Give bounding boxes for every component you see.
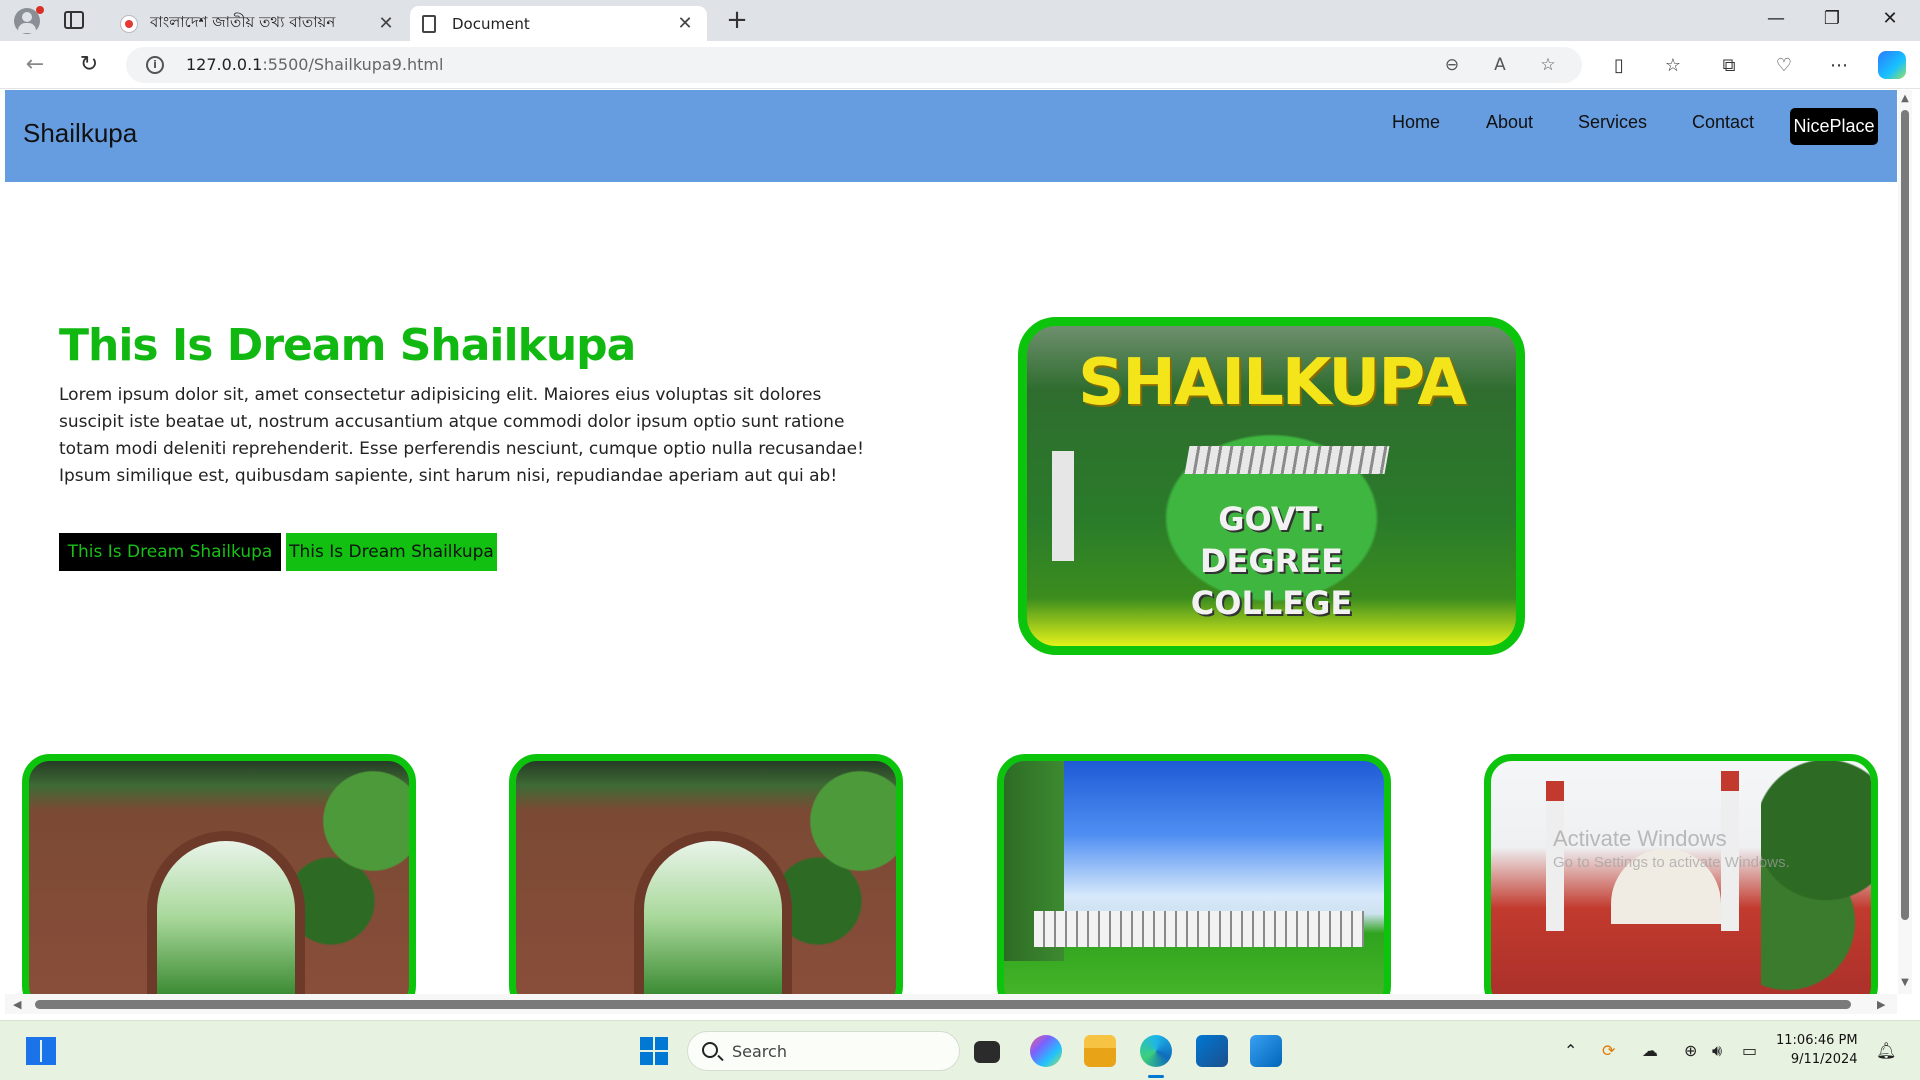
active-app-indicator bbox=[1148, 1075, 1164, 1078]
address-bar-row: ← ↻ i 127.0.0.1:5500/Shailkupa9.html ⊖ A… bbox=[0, 41, 1920, 89]
browser-tab-bangladesh[interactable]: বাংলাদেশ জাতীয় তথ্য বাতায়ন ✕ bbox=[108, 6, 408, 41]
favorites-icon[interactable]: ☆ bbox=[1660, 53, 1686, 79]
tab-title: Document bbox=[452, 14, 530, 33]
college-hero-image: SHAILKUPA GOVT. DEGREE COLLEGE bbox=[1018, 317, 1525, 655]
activate-windows-title: Activate Windows bbox=[1553, 826, 1727, 851]
onedrive-icon[interactable]: ☁ bbox=[1642, 1041, 1658, 1060]
clock-date: 9/11/2024 bbox=[1790, 1052, 1858, 1067]
vscode-icon[interactable] bbox=[1250, 1035, 1282, 1067]
minimize-icon[interactable]: — bbox=[1756, 8, 1796, 29]
arch-opening bbox=[634, 831, 792, 994]
copilot-taskbar-icon[interactable] bbox=[1030, 1035, 1062, 1067]
trees bbox=[1761, 761, 1871, 991]
new-tab-button[interactable]: + bbox=[722, 6, 752, 36]
browser-tab-bar: বাংলাদেশ জাতীয় তথ্য বাতায়ন ✕ Document … bbox=[0, 0, 1920, 41]
microsoft-store-icon[interactable] bbox=[1196, 1035, 1228, 1067]
document-icon bbox=[422, 14, 436, 33]
vertical-scrollbar[interactable]: ▲ ▼ bbox=[1898, 90, 1912, 994]
split-screen-icon[interactable]: ▯ bbox=[1606, 53, 1632, 79]
search-icon bbox=[702, 1042, 718, 1058]
scroll-right-icon[interactable]: ▶ bbox=[1877, 998, 1885, 1011]
gallery-card-arch bbox=[22, 754, 416, 994]
volume-icon[interactable]: 🔊︎ bbox=[1712, 1041, 1722, 1061]
close-window-icon[interactable]: ✕ bbox=[1870, 8, 1910, 29]
zoom-out-icon[interactable]: ⊖ bbox=[1440, 53, 1464, 77]
notification-dot bbox=[36, 6, 44, 14]
site-info-icon[interactable]: i bbox=[146, 56, 164, 74]
taskbar-search[interactable]: Search bbox=[687, 1031, 960, 1071]
scroll-left-icon[interactable]: ◀ bbox=[13, 998, 21, 1011]
more-menu-icon[interactable]: ⋯ bbox=[1826, 53, 1852, 79]
windows-taskbar: Search ⌃ ⟳ ☁ ⊕ 🔊︎ ▭ 11:06:46 PM 9/11/202… bbox=[0, 1020, 1920, 1080]
collections-icon[interactable]: ⧉ bbox=[1716, 53, 1742, 79]
favorite-star-icon[interactable]: ☆ bbox=[1536, 53, 1560, 77]
nav-link-home[interactable]: Home bbox=[1392, 112, 1440, 133]
edge-browser-icon[interactable] bbox=[1140, 1035, 1172, 1067]
tab-title: বাংলাদেশ জাতীয় তথ্য বাতায়ন bbox=[150, 13, 336, 31]
refresh-icon[interactable]: ↻ bbox=[74, 51, 104, 81]
hero-title: This Is Dream Shailkupa bbox=[59, 320, 636, 371]
site-navbar: Shailkupa Home About Services Contact Ni… bbox=[5, 90, 1897, 182]
nav-link-services[interactable]: Services bbox=[1578, 112, 1647, 133]
task-view-icon[interactable] bbox=[974, 1041, 1000, 1063]
image-subtitle-line: COLLEGE bbox=[1190, 584, 1353, 622]
gallery-card-mosque bbox=[1484, 754, 1878, 994]
vine-foliage bbox=[776, 761, 896, 961]
search-label: Search bbox=[732, 1042, 787, 1061]
battery-icon[interactable]: ▭ bbox=[1742, 1041, 1757, 1060]
hero-primary-button[interactable]: This Is Dream Shailkupa bbox=[59, 533, 281, 571]
vine-foliage bbox=[289, 761, 409, 961]
tab-actions-icon[interactable] bbox=[64, 11, 84, 29]
campus-building bbox=[1034, 911, 1364, 947]
site-brand[interactable]: Shailkupa bbox=[23, 118, 137, 149]
image-subtitle-line: GOVT. bbox=[1218, 500, 1325, 538]
gallery-card-arch bbox=[509, 754, 903, 994]
hero-paragraph: Lorem ipsum dolor sit, amet consectetur … bbox=[59, 385, 864, 486]
sync-icon[interactable]: ⟳ bbox=[1602, 1041, 1615, 1060]
start-icon[interactable] bbox=[640, 1037, 668, 1065]
hero-secondary-button[interactable]: This Is Dream Shailkupa bbox=[286, 533, 497, 571]
notification-bell-icon[interactable]: 🔔︎ bbox=[1876, 1041, 1896, 1060]
vertical-scroll-thumb[interactable] bbox=[1901, 110, 1909, 920]
widgets-icon[interactable] bbox=[26, 1037, 56, 1065]
network-globe-icon[interactable]: ⊕ bbox=[1684, 1041, 1697, 1060]
gallery-card-campus bbox=[997, 754, 1391, 994]
restore-icon[interactable]: ❐ bbox=[1812, 8, 1852, 29]
bangladesh-flag-icon bbox=[120, 14, 138, 33]
activate-windows-subtitle: Go to Settings to activate Windows. bbox=[1553, 854, 1790, 871]
arch-opening bbox=[147, 831, 305, 994]
horizontal-scroll-thumb[interactable] bbox=[35, 1000, 1851, 1009]
clock-time: 11:06:46 PM bbox=[1776, 1033, 1858, 1048]
scroll-up-icon[interactable]: ▲ bbox=[1900, 94, 1910, 104]
horizontal-scrollbar[interactable]: ◀ ▶ bbox=[5, 994, 1897, 1014]
scroll-down-icon[interactable]: ▼ bbox=[1900, 978, 1910, 988]
file-explorer-icon[interactable] bbox=[1084, 1035, 1116, 1067]
url-path: :5500/Shailkupa9.html bbox=[262, 55, 444, 74]
address-bar[interactable]: i 127.0.0.1:5500/Shailkupa9.html ⊖ A ☆ bbox=[126, 47, 1582, 83]
read-aloud-icon[interactable]: A bbox=[1488, 53, 1512, 77]
image-subtitle: GOVT. DEGREE COLLEGE bbox=[1027, 498, 1516, 624]
image-title: SHAILKUPA bbox=[1078, 346, 1467, 420]
url-text[interactable]: 127.0.0.1:5500/Shailkupa9.html bbox=[186, 55, 443, 74]
url-host: 127.0.0.1 bbox=[186, 55, 263, 74]
browser-tab-document[interactable]: Document ✕ bbox=[410, 6, 707, 41]
nav-link-contact[interactable]: Contact bbox=[1692, 112, 1754, 133]
niceplace-button[interactable]: NicePlace bbox=[1790, 108, 1878, 145]
show-hidden-icons-icon[interactable]: ⌃ bbox=[1564, 1041, 1577, 1060]
close-tab-icon[interactable]: ✕ bbox=[675, 13, 695, 34]
taskbar-clock[interactable]: 11:06:46 PM 9/11/2024 bbox=[1776, 1031, 1858, 1069]
college-building bbox=[1184, 446, 1390, 474]
back-icon[interactable]: ← bbox=[20, 51, 50, 81]
browser-essentials-icon[interactable]: ♡ bbox=[1771, 53, 1797, 79]
copilot-icon[interactable] bbox=[1878, 51, 1906, 79]
nav-link-about[interactable]: About bbox=[1486, 112, 1533, 133]
close-tab-icon[interactable]: ✕ bbox=[376, 13, 396, 34]
image-subtitle-line: DEGREE bbox=[1199, 542, 1344, 580]
